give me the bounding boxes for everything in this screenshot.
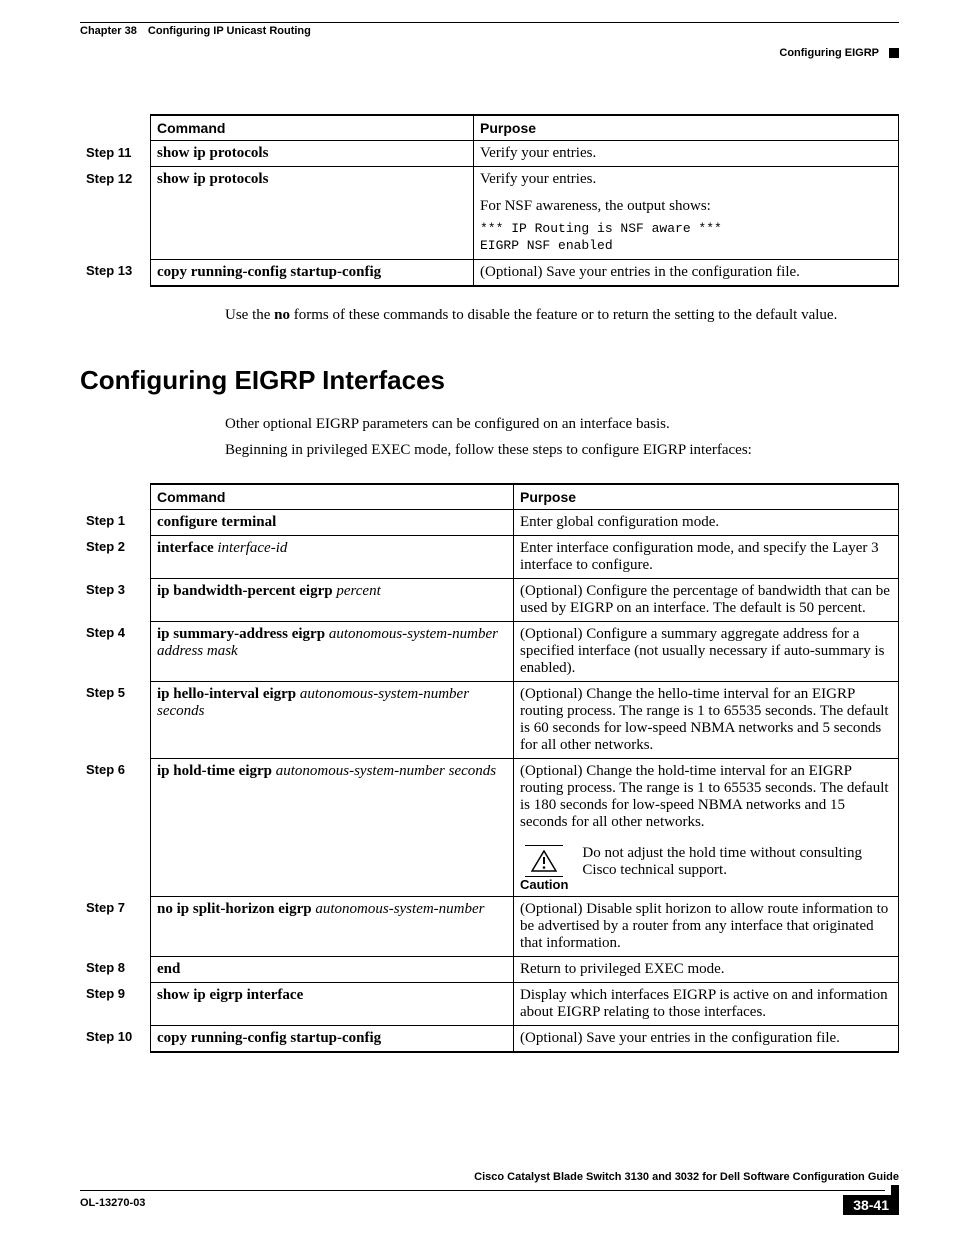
cmd-text: configure terminal	[157, 514, 276, 530]
purpose-text: Verify your entries.	[480, 171, 892, 188]
footer-page-number: 38-41	[843, 1195, 899, 1215]
mono-output: *** IP Routing is NSF aware ***	[480, 221, 892, 238]
step-label: Step 10	[80, 1025, 151, 1052]
cmd-arg: autonomous-system-number	[315, 901, 484, 917]
step-label: Step 4	[80, 621, 151, 681]
cmd-arg: autonomous-system-number seconds	[276, 763, 496, 779]
command-table-2: Command Purpose Step 1 configure termina…	[80, 483, 899, 1053]
section-heading: Configuring EIGRP Interfaces	[80, 365, 899, 396]
table-row: Step 1 configure terminal Enter global c…	[80, 509, 899, 535]
purpose-text: Enter interface configuration mode, and …	[514, 535, 899, 578]
cmd-text: ip bandwidth-percent eigrp	[157, 583, 336, 599]
mono-output: EIGRP NSF enabled	[480, 238, 892, 255]
step-label: Step 12	[80, 167, 151, 260]
paragraph: Use the no forms of these commands to di…	[225, 305, 899, 325]
cmd-arg: interface-id	[217, 540, 287, 556]
step-label: Step 2	[80, 535, 151, 578]
purpose-text: Enter global configuration mode.	[514, 509, 899, 535]
cmd-text: end	[157, 961, 180, 977]
table-row: Step 12 show ip protocols Verify your en…	[80, 167, 899, 260]
table-row: Step 7 no ip split-horizon eigrp autonom…	[80, 896, 899, 956]
purpose-text: Display which interfaces EIGRP is active…	[514, 982, 899, 1025]
purpose-text: (Optional) Configure the percentage of b…	[514, 578, 899, 621]
table-row: Step 11 show ip protocols Verify your en…	[80, 141, 899, 167]
cmd-text: copy running-config startup-config	[157, 264, 381, 280]
table-row: Step 13 copy running-config startup-conf…	[80, 259, 899, 286]
purpose-text: Return to privileged EXEC mode.	[514, 956, 899, 982]
page-footer: Cisco Catalyst Blade Switch 3130 and 303…	[80, 1171, 899, 1215]
table-row: Step 9 show ip eigrp interface Display w…	[80, 982, 899, 1025]
footer-marker-icon	[891, 1185, 899, 1195]
step-label: Step 9	[80, 982, 151, 1025]
footer-book-title: Cisco Catalyst Blade Switch 3130 and 303…	[80, 1171, 899, 1183]
caution-text: Do not adjust the hold time without cons…	[582, 845, 892, 879]
table-row: Step 6 ip hold-time eigrp autonomous-sys…	[80, 758, 899, 896]
purpose-text: Verify your entries.	[474, 141, 899, 167]
purpose-text: (Optional) Save your entries in the conf…	[514, 1025, 899, 1052]
cmd-text: interface	[157, 540, 217, 556]
t2-header-command: Command	[151, 484, 514, 510]
cmd-text: show ip protocols	[157, 171, 268, 187]
purpose-text: For NSF awareness, the output shows:	[480, 198, 892, 215]
cmd-text: show ip eigrp interface	[157, 987, 303, 1003]
t1-header-purpose: Purpose	[474, 115, 899, 141]
section-marker-icon	[889, 48, 899, 58]
purpose-text: (Optional) Disable split horizon to allo…	[514, 896, 899, 956]
purpose-text: (Optional) Change the hold-time interval…	[520, 763, 892, 831]
paragraph: Beginning in privileged EXEC mode, follo…	[225, 440, 899, 460]
cmd-text: show ip protocols	[157, 145, 268, 161]
step-label: Step 13	[80, 259, 151, 286]
chapter-number: Chapter 38	[80, 25, 137, 37]
section-header-label: Configuring EIGRP	[779, 47, 879, 59]
table-row: Step 4 ip summary-address eigrp autonomo…	[80, 621, 899, 681]
paragraph: Other optional EIGRP parameters can be c…	[225, 414, 899, 434]
step-label: Step 11	[80, 141, 151, 167]
table-row: Step 2 interface interface-id Enter inte…	[80, 535, 899, 578]
cmd-text: copy running-config startup-config	[157, 1030, 381, 1046]
step-label: Step 1	[80, 509, 151, 535]
footer-doc-number: OL-13270-03	[80, 1197, 145, 1209]
cmd-arg: percent	[336, 583, 380, 599]
table-row: Step 10 copy running-config startup-conf…	[80, 1025, 899, 1052]
step-label: Step 3	[80, 578, 151, 621]
cmd-text: ip summary-address eigrp	[157, 626, 329, 642]
step-label: Step 7	[80, 896, 151, 956]
chapter-header: Chapter 38 Configuring IP Unicast Routin…	[80, 25, 899, 37]
table-row: Step 5 ip hello-interval eigrp autonomou…	[80, 681, 899, 758]
step-label: Step 6	[80, 758, 151, 896]
caution-label: Caution	[520, 877, 568, 892]
purpose-text: (Optional) Configure a summary aggregate…	[514, 621, 899, 681]
step-label: Step 8	[80, 956, 151, 982]
command-table-1: Command Purpose Step 11 show ip protocol…	[80, 114, 899, 287]
chapter-title: Configuring IP Unicast Routing	[148, 25, 311, 37]
cmd-text: ip hold-time eigrp	[157, 763, 276, 779]
cmd-text: ip hello-interval eigrp	[157, 686, 300, 702]
table-row: Step 3 ip bandwidth-percent eigrp percen…	[80, 578, 899, 621]
purpose-text: (Optional) Change the hello-time interva…	[514, 681, 899, 758]
table-row: Step 8 end Return to privileged EXEC mod…	[80, 956, 899, 982]
cmd-text: no ip split-horizon eigrp	[157, 901, 315, 917]
t2-header-purpose: Purpose	[514, 484, 899, 510]
caution-icon	[531, 850, 557, 872]
step-label: Step 5	[80, 681, 151, 758]
purpose-text: (Optional) Save your entries in the conf…	[474, 259, 899, 286]
t1-header-command: Command	[151, 115, 474, 141]
